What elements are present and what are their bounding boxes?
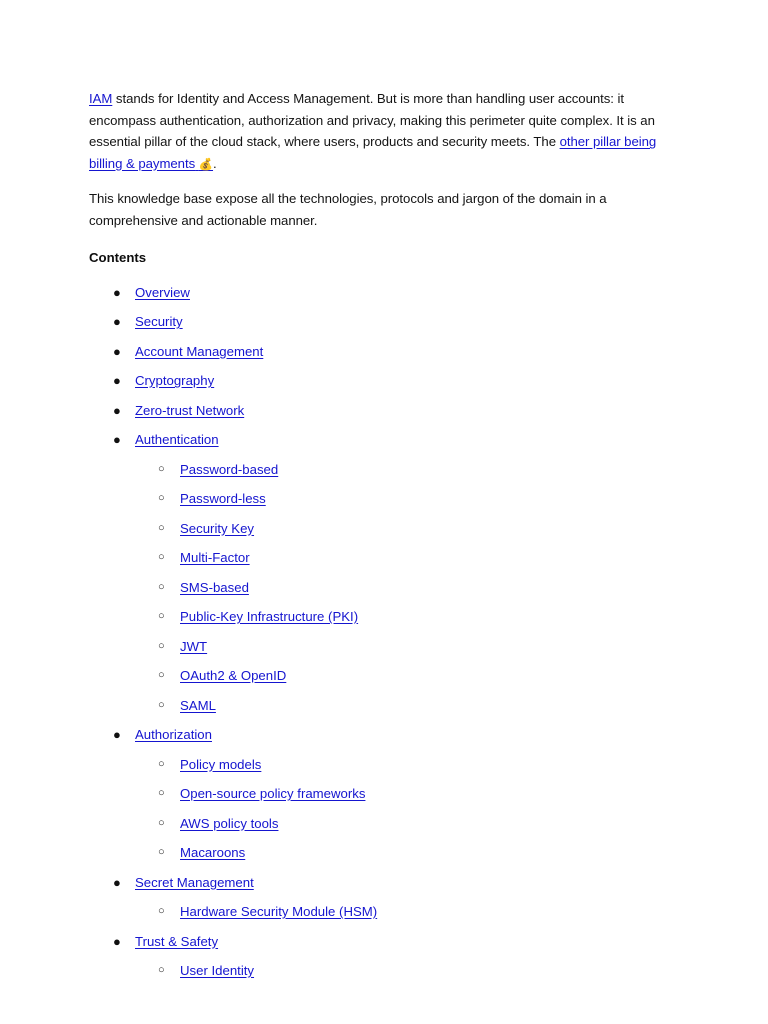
list-item: ● Security: [89, 307, 679, 337]
toc-link[interactable]: Authentication: [135, 432, 219, 447]
toc-link[interactable]: Policy models: [180, 757, 261, 772]
toc-link[interactable]: Secret Management: [135, 875, 254, 890]
toc-link[interactable]: Authorization: [135, 727, 212, 742]
toc-link[interactable]: AWS policy tools: [180, 816, 278, 831]
list-item: ○ User Identity: [89, 956, 679, 986]
contents-heading: Contents: [89, 249, 147, 265]
bullet-icon: ●: [113, 343, 121, 359]
table-of-contents: ● Overview ● Security ● Account Management ● Cr…: [89, 278, 679, 986]
toc-link[interactable]: Password-based: [180, 462, 278, 477]
hollow-bullet-icon: ○: [158, 757, 165, 770]
hollow-bullet-icon: ○: [158, 639, 165, 652]
list-item: ○ Macaroons: [89, 838, 679, 868]
list-item: ○ JWT: [89, 632, 679, 662]
list-item: ○ Password-less: [89, 484, 679, 514]
hollow-bullet-icon: ○: [158, 669, 165, 682]
list-item: ○ Hardware Security Module (HSM): [89, 897, 679, 927]
toc-link[interactable]: SMS-based: [180, 580, 249, 595]
hollow-bullet-icon: ○: [158, 492, 165, 505]
hollow-bullet-icon: ○: [158, 698, 165, 711]
money-bag-icon: 💰: [198, 156, 214, 171]
hollow-bullet-icon: ○: [158, 551, 165, 564]
toc-link[interactable]: Security: [135, 314, 183, 329]
hollow-bullet-icon: ○: [158, 521, 165, 534]
toc-link[interactable]: JWT: [180, 639, 207, 654]
list-item: ○ AWS policy tools: [89, 809, 679, 839]
hollow-bullet-icon: ○: [158, 462, 165, 475]
toc-link[interactable]: Trust & Safety: [135, 934, 218, 949]
iam-link[interactable]: IAM: [89, 91, 112, 106]
toc-link[interactable]: SAML: [180, 698, 216, 713]
summary-paragraph: This knowledge base expose all the techn…: [89, 191, 607, 228]
toc-link[interactable]: Hardware Security Module (HSM): [180, 904, 377, 919]
toc-link[interactable]: Public-Key Infrastructure (PKI): [180, 609, 358, 624]
toc-link[interactable]: Open-source policy frameworks: [180, 786, 365, 801]
toc-link[interactable]: Macaroons: [180, 845, 245, 860]
list-item: ● Secret Management: [89, 868, 679, 898]
list-item: ○ Multi-Factor: [89, 543, 679, 573]
toc-link[interactable]: Security Key: [180, 521, 254, 536]
list-item: ○ SAML: [89, 691, 679, 721]
list-item: ● Overview: [89, 278, 679, 308]
toc-link[interactable]: Cryptography: [135, 373, 214, 388]
toc-link[interactable]: Account Management: [135, 344, 263, 359]
list-item: ○ Security Key: [89, 514, 679, 544]
toc-link[interactable]: Overview: [135, 285, 190, 300]
intro-text-part-2: .: [213, 155, 217, 171]
list-item: ● Cryptography: [89, 366, 679, 396]
bullet-icon: ●: [113, 402, 121, 418]
list-item: ○ SMS-based: [89, 573, 679, 603]
toc-link[interactable]: OAuth2 & OpenID: [180, 668, 286, 683]
list-item: ○ Policy models: [89, 750, 679, 780]
toc-link[interactable]: Zero-trust Network: [135, 403, 244, 418]
list-item: ● Trust & Safety: [89, 927, 679, 957]
list-item: ● Authentication: [89, 425, 679, 455]
list-item: ○ Public-Key Infrastructure (PKI): [89, 602, 679, 632]
toc-link[interactable]: Multi-Factor: [180, 550, 250, 565]
hollow-bullet-icon: ○: [158, 816, 165, 829]
bullet-icon: ●: [113, 933, 121, 949]
bullet-icon: ●: [113, 727, 121, 743]
hollow-bullet-icon: ○: [158, 580, 165, 593]
hollow-bullet-icon: ○: [158, 905, 165, 918]
hollow-bullet-icon: ○: [158, 610, 165, 623]
hollow-bullet-icon: ○: [158, 964, 165, 977]
bullet-icon: ●: [113, 284, 121, 300]
list-item: ● Zero-trust Network: [89, 396, 679, 426]
bullet-icon: ●: [113, 874, 121, 890]
document-page: IAM stands for Identity and Access Manag…: [0, 0, 768, 1024]
toc-link[interactable]: Password-less: [180, 491, 266, 506]
hollow-bullet-icon: ○: [158, 787, 165, 800]
list-item: ● Account Management: [89, 337, 679, 367]
toc-link[interactable]: User Identity: [180, 963, 254, 978]
list-item: ● Authorization: [89, 720, 679, 750]
list-item: ○ Open-source policy frameworks: [89, 779, 679, 809]
list-item: ○ Password-based: [89, 455, 679, 485]
hollow-bullet-icon: ○: [158, 846, 165, 859]
bullet-icon: ●: [113, 373, 121, 389]
list-item: ○ OAuth2 & OpenID: [89, 661, 679, 691]
intro-paragraph: IAM stands for Identity and Access Manag…: [89, 88, 679, 175]
bullet-icon: ●: [113, 314, 121, 330]
bullet-icon: ●: [113, 432, 121, 448]
